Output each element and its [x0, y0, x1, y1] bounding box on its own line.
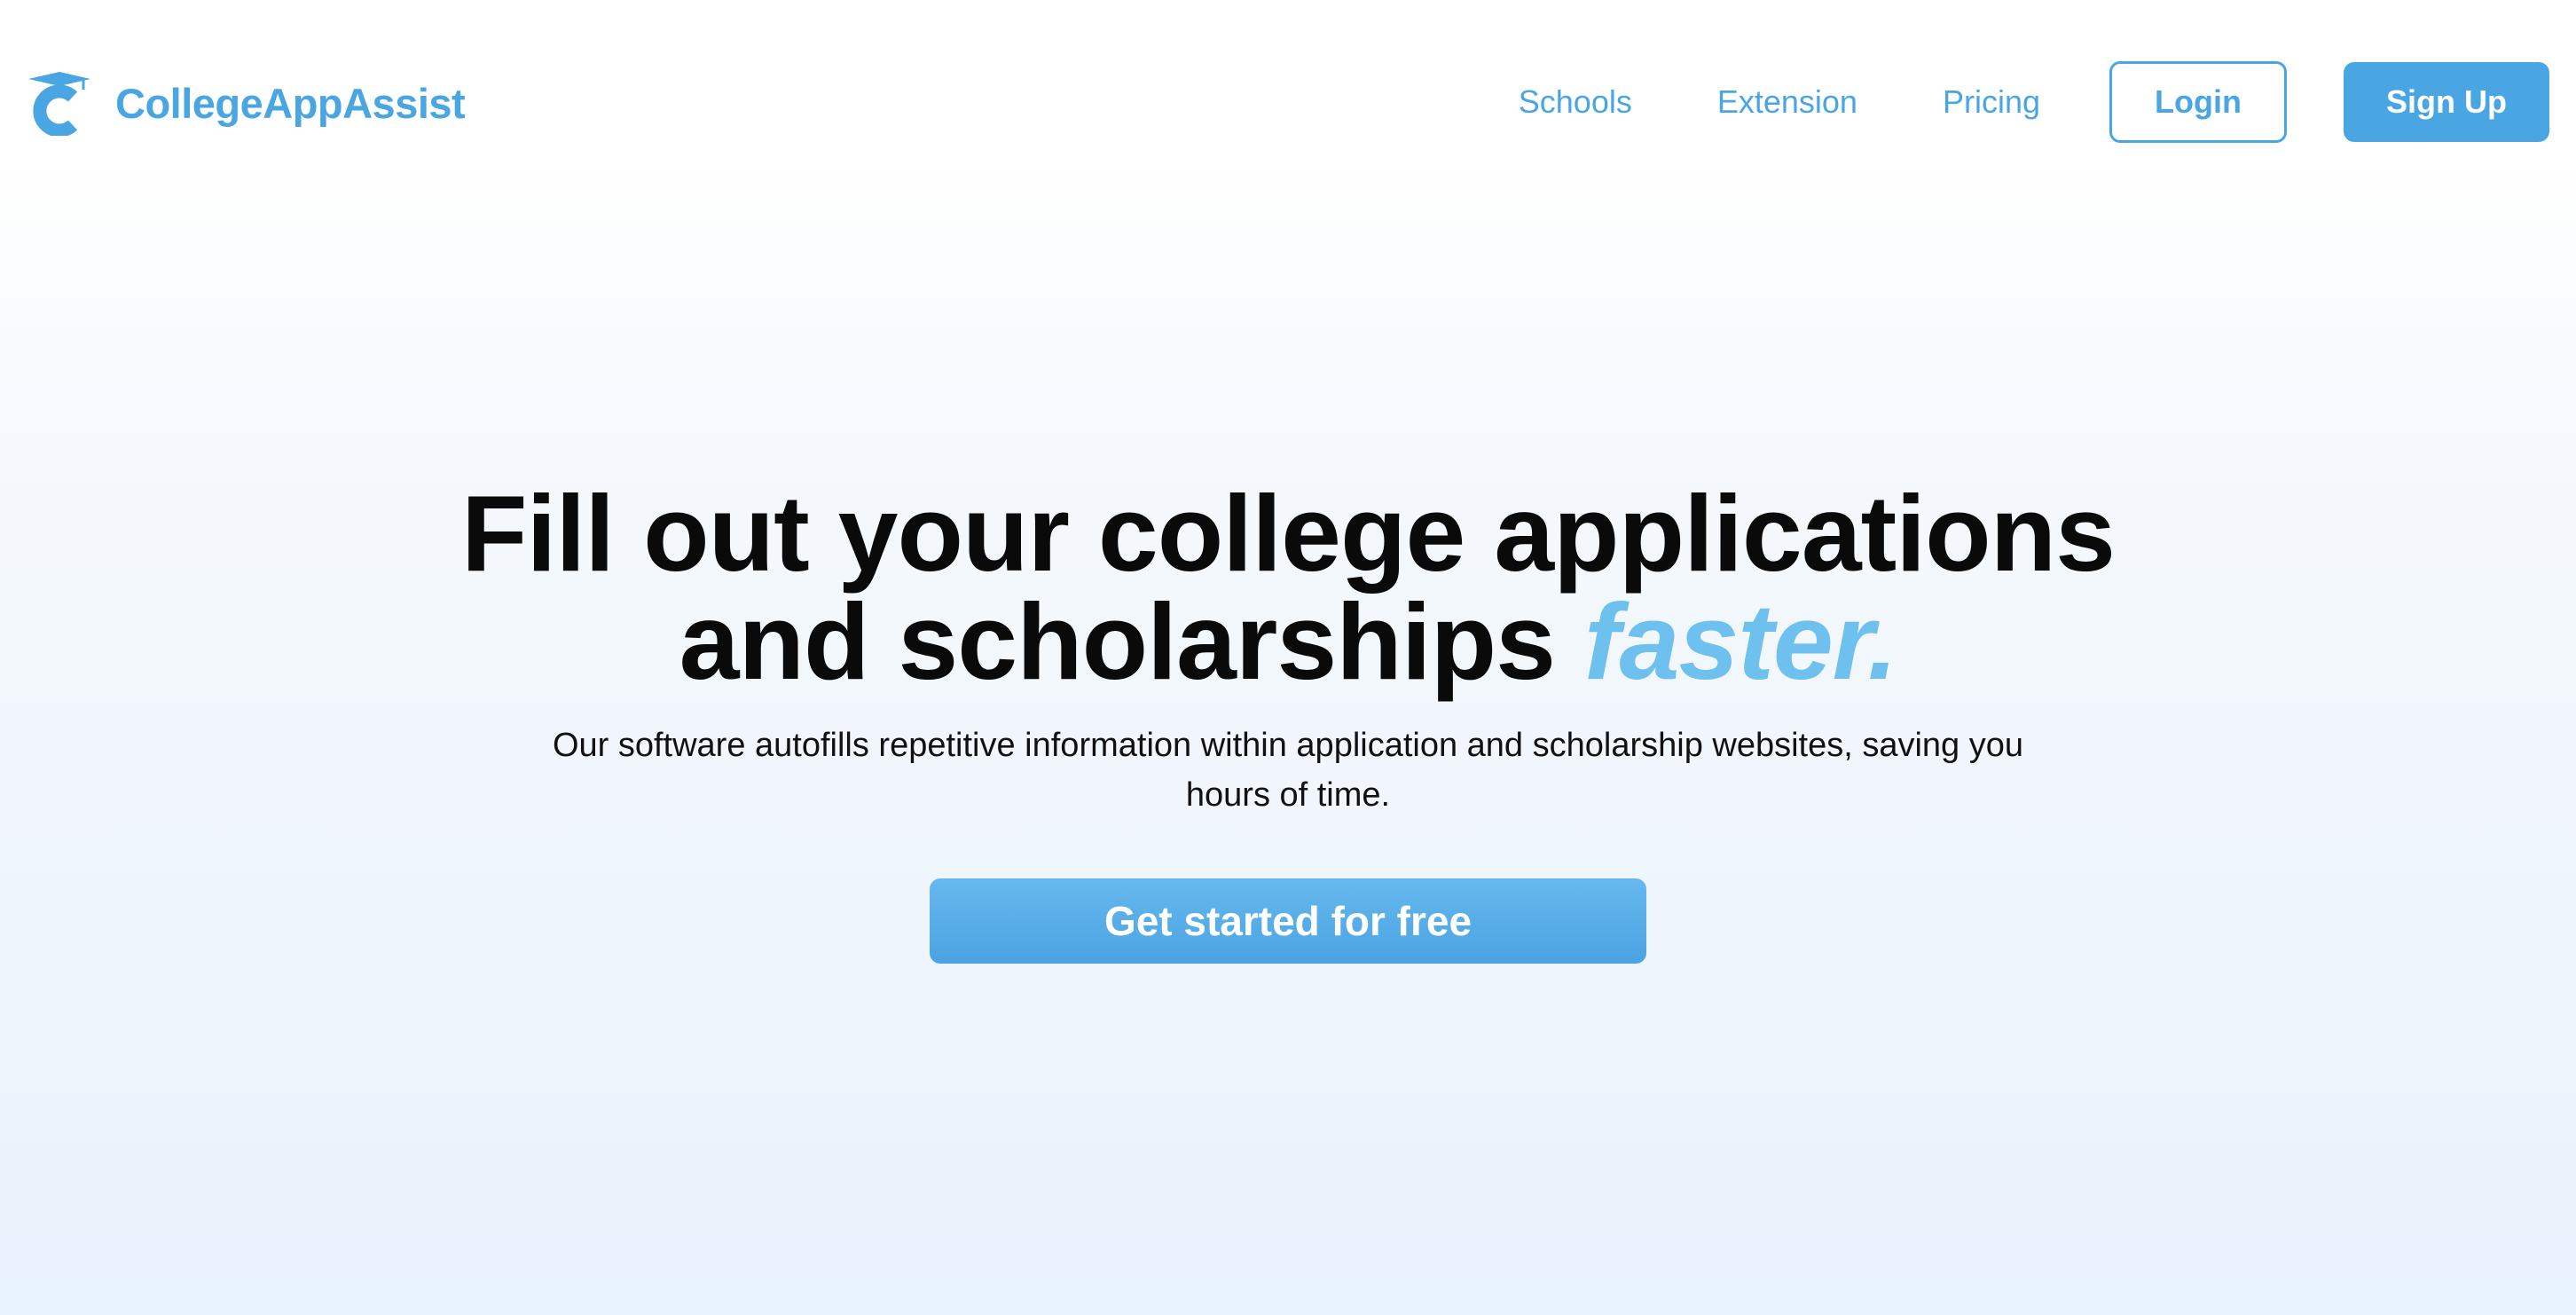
- nav-link-pricing[interactable]: Pricing: [1943, 83, 2040, 121]
- brand-name: CollegeAppAssist: [115, 79, 466, 127]
- get-started-button[interactable]: Get started for free: [930, 878, 1646, 964]
- hero-title-accent: faster.: [1583, 581, 1897, 702]
- signup-button[interactable]: Sign Up: [2344, 62, 2549, 142]
- hero-subtitle: Our software autofills repetitive inform…: [552, 727, 2024, 814]
- hero-title: Fill out your college applications and s…: [0, 479, 2576, 696]
- nav-link-extension[interactable]: Extension: [1717, 83, 1857, 121]
- nav-link-schools[interactable]: Schools: [1519, 83, 1632, 121]
- brand-home-link[interactable]: CollegeAppAssist: [27, 67, 466, 138]
- graduation-cap-logo-icon: [28, 72, 90, 136]
- hero-title-line2: and scholarships: [679, 581, 1556, 702]
- login-button[interactable]: Login: [2109, 61, 2287, 143]
- nav-links: Schools Extension Pricing Login Sign Up: [1519, 60, 2549, 144]
- hero-title-line1: Fill out your college applications: [460, 473, 2116, 594]
- hero-section: Fill out your college applications and s…: [0, 479, 2576, 964]
- navbar: CollegeAppAssist Schools Extension Prici…: [0, 0, 2576, 204]
